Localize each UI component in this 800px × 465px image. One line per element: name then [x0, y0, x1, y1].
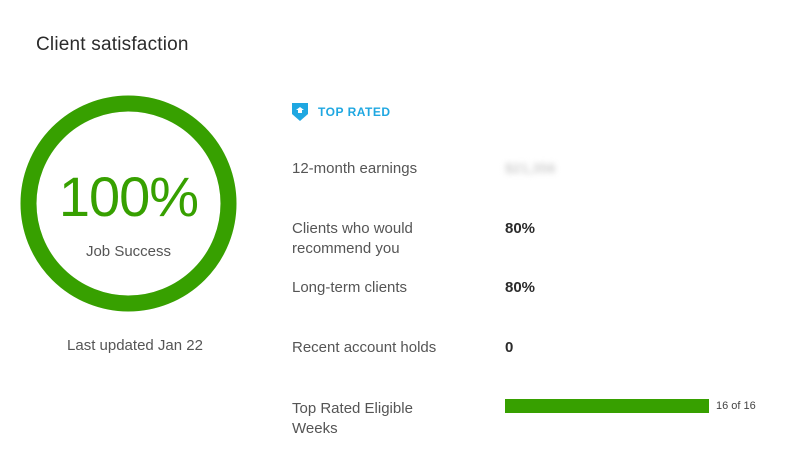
- eligible-weeks-label-line2: Weeks: [292, 420, 338, 437]
- recommend-label-line1: Clients who would: [292, 220, 413, 237]
- eligible-weeks-label-line1: Top Rated Eligible: [292, 400, 413, 417]
- long-term-label: Long-term clients: [292, 279, 408, 296]
- last-updated-text: Last updated Jan 22: [67, 337, 203, 354]
- long-term-value: 80%: [505, 279, 536, 296]
- earnings-value: $21,356: [505, 160, 556, 176]
- top-rated-label: TOP RATED: [318, 105, 391, 119]
- top-rated-shield-icon: [292, 103, 308, 121]
- recommend-label-line2: recommend you: [292, 240, 400, 257]
- job-success-percent: 100%: [58, 165, 199, 228]
- account-holds-value: 0: [505, 339, 514, 356]
- eligible-weeks-label: Top Rated Eligible Weeks: [292, 399, 413, 439]
- recommend-label: Clients who would recommend you: [292, 219, 413, 259]
- account-holds-label: Recent account holds: [292, 339, 437, 356]
- eligible-weeks-count: 16 of 16: [716, 400, 756, 412]
- eligible-weeks-progress-fill: [505, 399, 709, 413]
- job-success-label: Job Success: [85, 243, 172, 260]
- eligible-weeks-progress-bar: [505, 399, 709, 413]
- section-title: Client satisfaction: [36, 34, 189, 55]
- earnings-label: 12-month earnings: [292, 160, 418, 177]
- recommend-value: 80%: [505, 220, 536, 237]
- top-rated-badge: TOP RATED: [291, 102, 391, 122]
- job-success-ring: 100% Job Success: [20, 95, 237, 312]
